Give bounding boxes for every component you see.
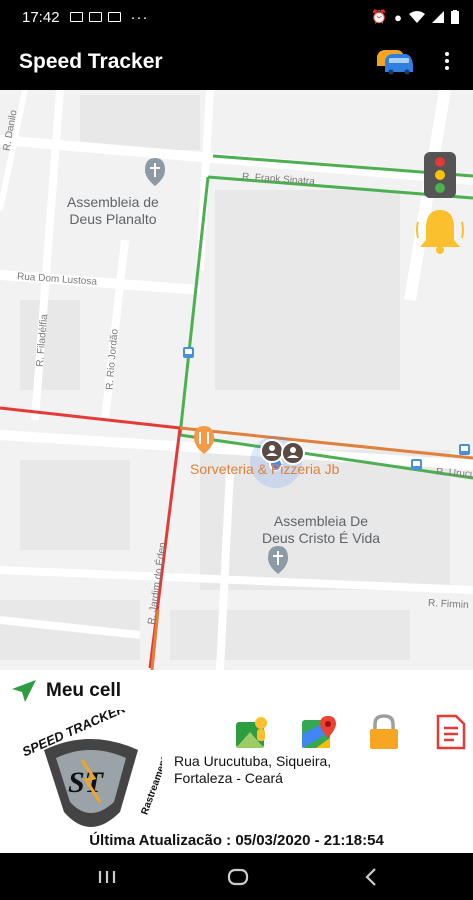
church-pin-icon[interactable]	[145, 158, 165, 186]
lock-icon[interactable]	[366, 714, 402, 750]
location-icon: ●	[394, 9, 402, 25]
notification-icons: ···	[69, 8, 149, 26]
map-canvas	[0, 90, 473, 670]
more-notifications-icon: ···	[130, 8, 149, 26]
back-icon[interactable]	[360, 865, 384, 889]
last-update-text: Última Atualizacão : 05/03/2020 - 21:18:…	[89, 832, 384, 849]
device-actions	[234, 714, 468, 750]
cars-icon[interactable]	[375, 46, 415, 76]
app-bar: Speed Tracker	[0, 34, 473, 90]
device-panel: Meu cell ST SPEED TRACKER Rastreamento R…	[0, 670, 473, 853]
signal-icon	[432, 11, 444, 23]
alarm-icon: ⏰	[370, 9, 388, 24]
system-icons: ⏰ ●	[371, 9, 459, 25]
home-icon[interactable]	[226, 865, 250, 889]
navigation-arrow-icon	[12, 680, 36, 702]
bus-stop-icon[interactable]	[459, 444, 470, 455]
device-header[interactable]: Meu cell	[12, 680, 121, 702]
image-icon	[88, 12, 102, 22]
place-label[interactable]: Sorveteria & Pizzeria Jb	[190, 461, 339, 478]
battery-icon	[451, 10, 459, 24]
place-label[interactable]: Assembleia De Deus Cristo É Vida	[262, 513, 380, 547]
status-time: 17:42	[22, 8, 60, 26]
street-label: R. Firmin	[427, 597, 469, 612]
wifi-icon	[409, 11, 425, 23]
image-icon	[69, 12, 83, 22]
bus-stop-icon[interactable]	[411, 459, 422, 470]
cast-icon	[107, 12, 121, 22]
status-bar: 17:42 ··· ⏰ ●	[0, 0, 473, 34]
speed-tracker-logo: ST SPEED TRACKER Rastreamento	[22, 710, 162, 827]
bus-stop-icon[interactable]	[183, 347, 194, 358]
tracked-user-marker-icon[interactable]	[260, 439, 284, 463]
device-address: Rua Urucutuba, Siqueira, Fortaleza - Cea…	[174, 753, 332, 786]
report-icon[interactable]	[432, 714, 468, 750]
device-name: Meu cell	[46, 680, 121, 701]
street-view-icon[interactable]	[234, 714, 270, 750]
system-nav-bar	[0, 853, 473, 900]
app-title: Speed Tracker	[19, 50, 163, 73]
place-label[interactable]: Assembleia de Deus Planalto	[67, 194, 159, 228]
recents-icon[interactable]	[95, 865, 119, 889]
more-vert-icon[interactable]	[440, 48, 454, 74]
map-view[interactable]: Assembleia de Deus Planalto Assembleia D…	[0, 90, 473, 670]
google-maps-icon[interactable]	[300, 714, 336, 750]
logo-subtitle: Rastreamento	[139, 750, 162, 816]
traffic-light-icon[interactable]	[424, 152, 456, 198]
